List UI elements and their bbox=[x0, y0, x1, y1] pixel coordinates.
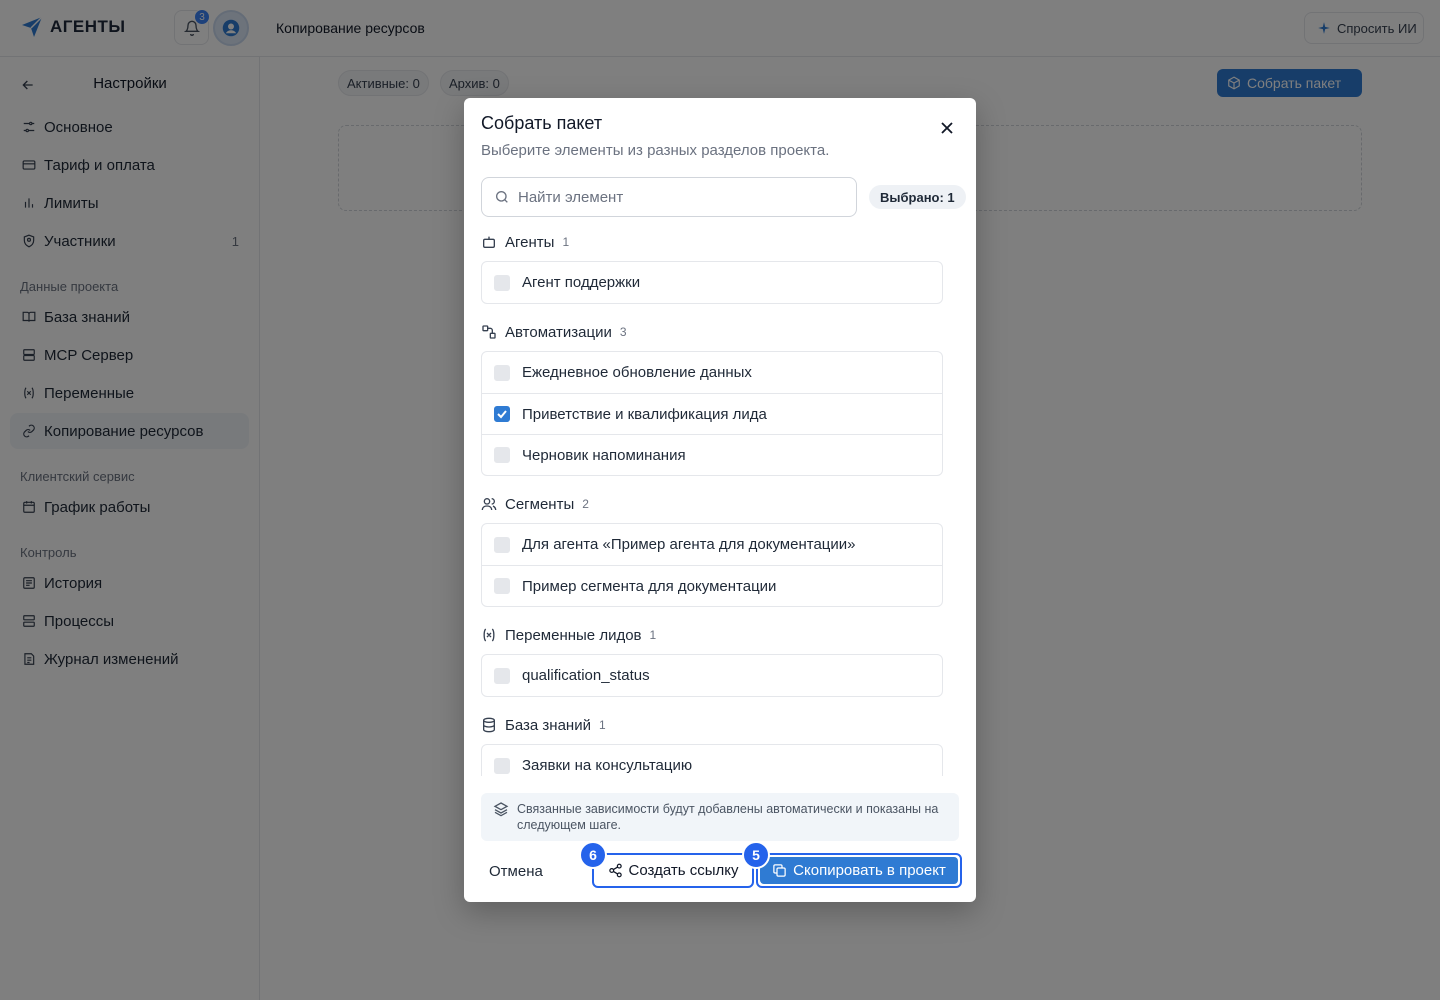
copy-icon bbox=[772, 863, 787, 878]
step-badge-copy: 5 bbox=[742, 841, 770, 869]
layers-icon bbox=[493, 801, 509, 833]
create-link-label: Создать ссылку bbox=[628, 862, 739, 879]
dependencies-info-box: Связанные зависимости будут добавлены ав… bbox=[481, 793, 959, 841]
category-header-agents: Агенты 1 bbox=[481, 232, 569, 252]
list-item[interactable]: Приветствие и квалификация лида bbox=[482, 393, 942, 434]
category-group-segments: Для агента «Пример агента для документац… bbox=[481, 523, 943, 607]
users-icon bbox=[481, 496, 497, 512]
category-name: Автоматизации bbox=[505, 323, 612, 341]
cancel-button[interactable]: Отмена bbox=[481, 859, 551, 883]
category-group-lead-variables: qualification_status bbox=[481, 654, 943, 697]
modal-subtitle: Выберите элементы из разных разделов про… bbox=[481, 142, 830, 159]
item-label: Агент поддержки bbox=[522, 274, 641, 291]
list-item[interactable]: qualification_status bbox=[482, 655, 942, 696]
copy-to-project-button[interactable]: Скопировать в проект bbox=[756, 853, 962, 888]
bot-icon bbox=[481, 234, 497, 250]
database-icon bbox=[481, 717, 497, 733]
category-header-automations: Автоматизации 3 bbox=[481, 322, 627, 342]
category-name: Переменные лидов bbox=[505, 626, 642, 644]
items-scroll-area[interactable]: Агенты 1 Агент поддержки Автоматизации 3… bbox=[464, 228, 976, 776]
checkbox[interactable] bbox=[494, 667, 510, 684]
category-header-lead-variables: Переменные лидов 1 bbox=[481, 625, 656, 645]
checkbox[interactable] bbox=[494, 274, 510, 291]
item-label: Пример сегмента для документации bbox=[522, 577, 777, 595]
item-label: Ежедневное обновление данных bbox=[522, 364, 752, 381]
list-item[interactable]: Заявки на консультацию bbox=[482, 745, 942, 776]
list-item[interactable]: Агент поддержки bbox=[482, 262, 942, 303]
list-item[interactable]: Ежедневное обновление данных bbox=[482, 352, 942, 393]
modal-title: Собрать пакет bbox=[481, 113, 603, 133]
category-count: 3 bbox=[619, 325, 627, 339]
create-link-button[interactable]: Создать ссылку bbox=[592, 853, 754, 888]
list-item[interactable]: Черновик напоминания bbox=[482, 434, 942, 475]
search-field[interactable] bbox=[481, 177, 857, 217]
search-input[interactable] bbox=[518, 188, 838, 206]
category-count: 1 bbox=[562, 235, 570, 249]
item-label: Черновик напоминания bbox=[522, 446, 686, 464]
list-item[interactable]: Для агента «Пример агента для документац… bbox=[482, 524, 942, 565]
category-group-agents: Агент поддержки bbox=[481, 261, 943, 304]
close-button[interactable] bbox=[938, 119, 956, 137]
checkbox[interactable] bbox=[494, 578, 510, 594]
step-badge-create-link: 6 bbox=[579, 841, 607, 869]
workflow-icon bbox=[481, 324, 497, 340]
category-name: Агенты bbox=[505, 233, 555, 251]
variable-icon bbox=[481, 627, 497, 643]
checkbox[interactable] bbox=[494, 757, 510, 774]
info-text: Связанные зависимости будут добавлены ав… bbox=[517, 802, 939, 832]
category-count: 1 bbox=[649, 628, 657, 642]
item-label: qualification_status bbox=[522, 667, 650, 684]
category-group-knowledge-base: Заявки на консультацию bbox=[481, 744, 943, 776]
copy-to-project-inner[interactable]: Скопировать в проект bbox=[760, 857, 958, 884]
selected-count-badge: Выбрано: 1 bbox=[869, 185, 966, 209]
list-item[interactable]: Пример сегмента для документации bbox=[482, 565, 942, 606]
collect-package-modal: Собрать пакет Выберите элементы из разны… bbox=[464, 98, 976, 902]
category-header-knowledge-base: База знаний 1 bbox=[481, 715, 606, 735]
checkbox[interactable] bbox=[494, 364, 510, 381]
share-icon bbox=[608, 863, 623, 878]
category-group-automations: Ежедневное обновление данных Приветствие… bbox=[481, 351, 943, 476]
search-icon bbox=[494, 189, 510, 205]
item-label: Заявки на консультацию bbox=[522, 757, 693, 774]
category-header-segments: Сегменты 2 bbox=[481, 494, 589, 514]
checkbox[interactable] bbox=[494, 447, 510, 463]
checkbox[interactable] bbox=[494, 536, 510, 553]
copy-to-project-label: Скопировать в проект bbox=[793, 862, 946, 879]
category-count: 1 bbox=[598, 718, 606, 732]
category-name: Сегменты bbox=[505, 495, 575, 513]
category-count: 2 bbox=[582, 497, 589, 511]
category-name: База знаний bbox=[505, 716, 591, 734]
checkbox-checked[interactable] bbox=[494, 406, 510, 422]
item-label: Приветствие и квалификация лида bbox=[522, 405, 767, 423]
item-label: Для агента «Пример агента для документац… bbox=[522, 536, 856, 553]
close-icon bbox=[941, 122, 953, 134]
